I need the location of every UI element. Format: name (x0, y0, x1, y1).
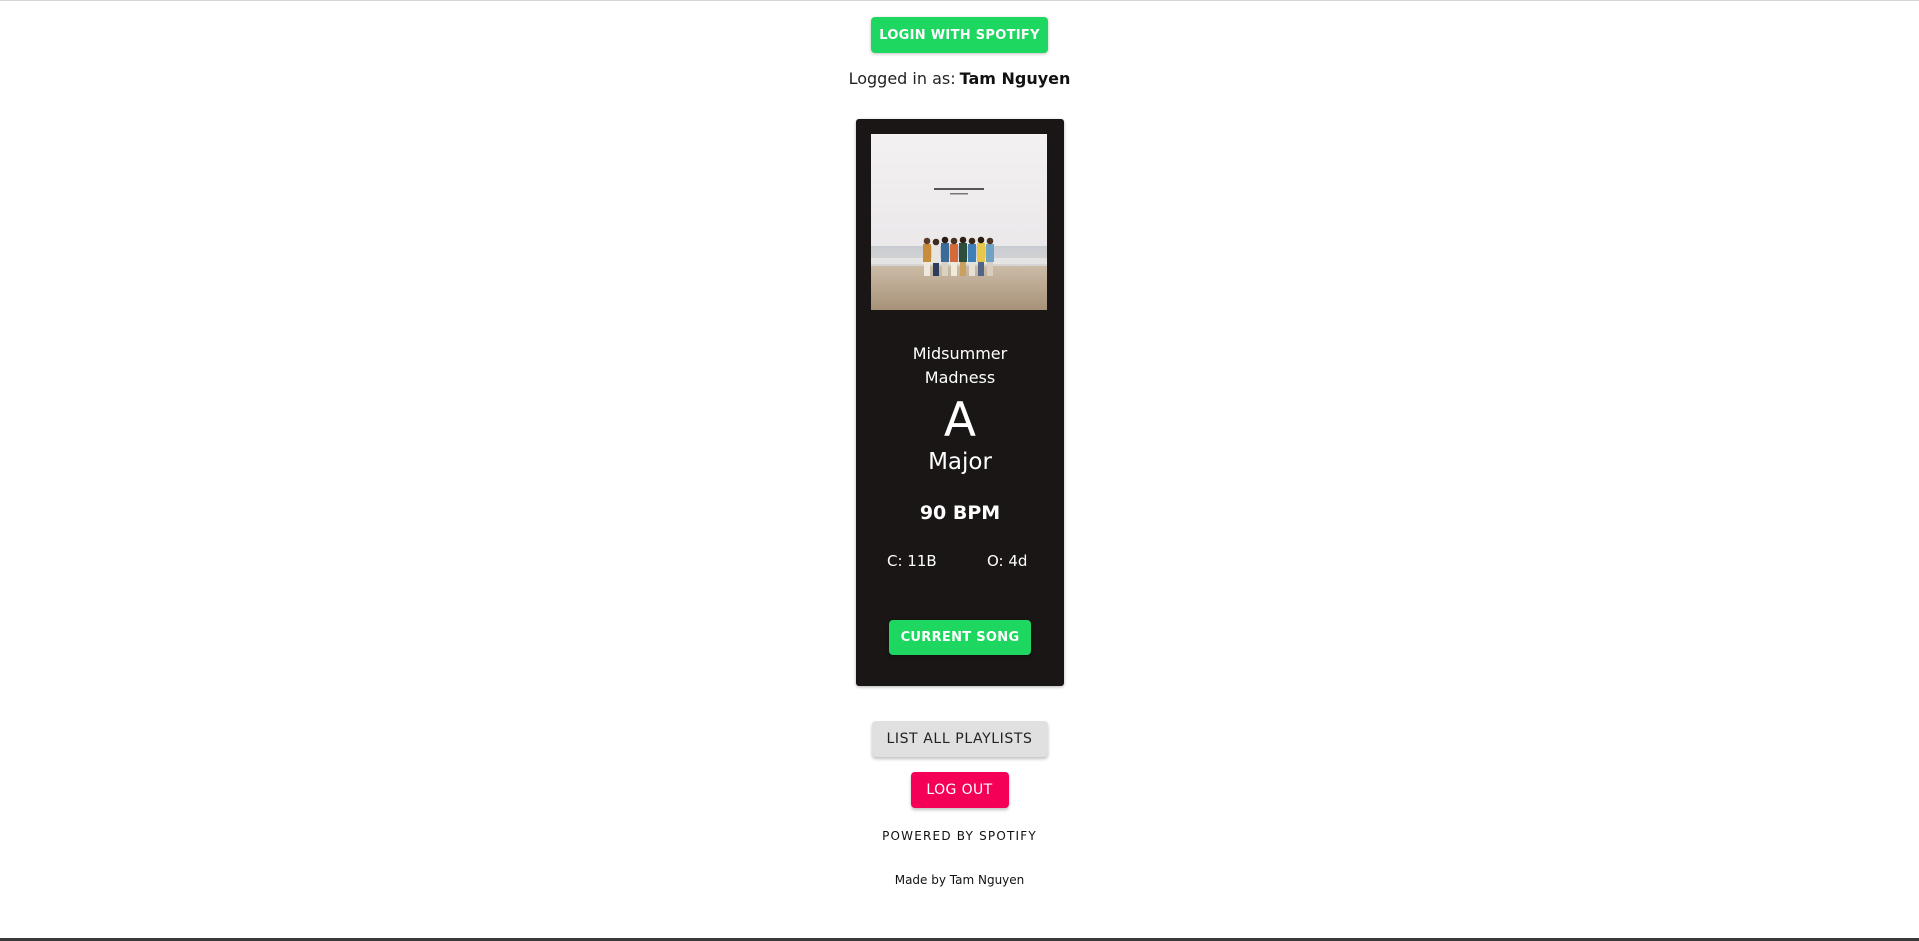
login-with-spotify-button[interactable]: LOGIN WITH SPOTIFY (871, 17, 1048, 53)
made-by-text: Made by Tam Nguyen (894, 873, 1025, 887)
camelot-key: C: 11B (887, 552, 937, 570)
made-by: Made by Tam Nguyen (0, 873, 1919, 887)
open-key: O: 4d (987, 552, 1028, 570)
key-mode: Major (928, 449, 992, 475)
current-song-button[interactable]: CURRENT SONG (889, 620, 1031, 655)
powered-by-spotify: POWERED BY SPOTIFY (0, 829, 1919, 843)
user-name: Tam Nguyen (959, 69, 1071, 88)
logged-in-label: Logged in as: (848, 69, 956, 88)
log-out-button[interactable]: LOG OUT (910, 772, 1009, 808)
logged-in-status: Logged in as: Tam Nguyen (0, 69, 1919, 88)
login-row: LOGIN WITH SPOTIFY (0, 17, 1919, 53)
playlists-row: LIST ALL PLAYLISTS (0, 721, 1919, 757)
list-all-playlists-button[interactable]: LIST ALL PLAYLISTS (871, 721, 1048, 757)
logout-row: LOG OUT (0, 772, 1919, 808)
album-cover-image (871, 134, 1047, 310)
now-playing-card: Midsummer Madness A Major 90 BPM C: 11B … (856, 119, 1064, 686)
key-letter: A (943, 393, 977, 448)
powered-by-text: POWERED BY SPOTIFY (882, 829, 1037, 843)
bpm-value: 90 BPM (919, 502, 1001, 524)
page: LOGIN WITH SPOTIFY Logged in as: Tam Ngu… (0, 0, 1919, 941)
track-title: Midsummer Madness (912, 344, 1008, 387)
